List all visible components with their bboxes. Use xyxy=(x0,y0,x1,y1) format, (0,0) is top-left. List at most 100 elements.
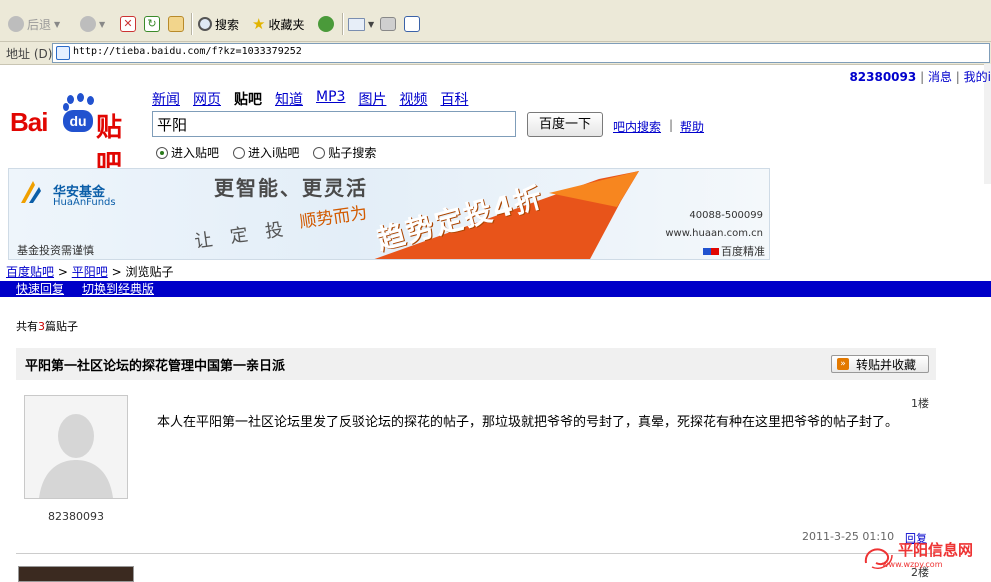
username-link[interactable]: 82380093 xyxy=(849,70,916,84)
edit-page-icon xyxy=(404,16,420,32)
address-bar: 地址 (D) http://tieba.baidu.com/f?kz=10333… xyxy=(0,42,991,65)
star-icon: ★ xyxy=(252,15,266,33)
thread-header: 平阳第一社区论坛的探花管理中国第一亲日派 » 转贴并收藏 xyxy=(16,348,936,380)
baidu-flag-icon xyxy=(703,247,719,255)
back-arrow-icon xyxy=(8,16,24,32)
tab-news[interactable]: 新闻 xyxy=(152,89,180,109)
breadcrumb-sep: > xyxy=(57,265,68,279)
tab-mp3[interactable]: MP3 xyxy=(316,89,345,109)
my-i-link[interactable]: 我的i xyxy=(964,70,991,84)
mail-button[interactable]: ▼ xyxy=(348,14,374,34)
help-separator: | xyxy=(669,118,674,132)
chevron-down-icon: ▼ xyxy=(54,19,61,29)
default-avatar-icon xyxy=(25,396,127,498)
print-button[interactable] xyxy=(380,14,396,34)
search-icon xyxy=(198,17,212,31)
post-body: 本人在平阳第一社区论坛里发了反驳论坛的探花的帖子，那垃圾就把爷爷的号封了，真晕，… xyxy=(157,415,899,430)
messages-link[interactable]: 消息 xyxy=(928,70,952,84)
action-bar: 快速回复 切换到经典版 xyxy=(0,281,991,297)
logo-du: du xyxy=(63,110,93,132)
tab-images[interactable]: 图片 xyxy=(358,89,386,109)
avatar[interactable] xyxy=(24,395,128,499)
forward-button[interactable]: ▼ xyxy=(80,14,105,34)
floor-number: 1楼 xyxy=(911,397,929,410)
radio-dot xyxy=(233,146,246,159)
breadcrumb-current: 浏览贴子 xyxy=(125,265,174,279)
radio-dot xyxy=(313,146,326,159)
browser-menubar xyxy=(0,0,991,8)
repost-favorite-button[interactable]: » 转贴并收藏 xyxy=(831,355,929,373)
breadcrumb-pingyang[interactable]: 平阳吧 xyxy=(72,265,108,279)
search-mode-radios: 进入贴吧 进入i贴吧 贴子搜索 xyxy=(156,144,376,161)
userbar-sep: | xyxy=(955,70,960,84)
watermark-cn: 平阳信息网 xyxy=(898,541,974,559)
search-label: 搜索 xyxy=(215,17,240,32)
watermark-url: www.wzpy.com xyxy=(882,560,943,569)
stop-button[interactable]: ✕ xyxy=(120,14,136,34)
favorites-button[interactable]: ★ 收藏夹 xyxy=(252,14,304,34)
logo-bai: Bai xyxy=(10,107,48,137)
quick-reply-link[interactable]: 快速回复 xyxy=(16,281,64,297)
history-button[interactable] xyxy=(318,14,334,34)
breadcrumb: 百度贴吧 > 平阳吧 > 浏览贴子 xyxy=(6,263,173,280)
ad-url: www.huaan.com.cn xyxy=(665,228,763,239)
home-button[interactable] xyxy=(168,14,184,34)
user-bar: 82380093 | 消息 | 我的i xyxy=(849,68,991,85)
post-count-prefix: 共有 xyxy=(16,320,38,333)
tab-video[interactable]: 视频 xyxy=(399,89,427,109)
back-label: 后退 xyxy=(27,17,52,32)
page-favicon-icon xyxy=(56,46,70,60)
classic-mode-link[interactable]: 切换到经典版 xyxy=(82,281,154,297)
product-nav: 新闻 网页 贴吧 知道 MP3 图片 视频 百科 xyxy=(152,89,468,109)
ad-phone: 40088-500099 xyxy=(689,210,763,221)
baidu-tieba-logo[interactable]: Bai du 贴吧 xyxy=(10,93,146,180)
browser-toolbar: 后退 ▼ ▼ ✕ ↻ 搜索 ★ 收藏夹 ▼ xyxy=(0,8,991,42)
search-button[interactable]: 搜索 xyxy=(198,14,239,34)
history-icon xyxy=(318,16,334,32)
back-button[interactable]: 后退 ▼ xyxy=(8,14,60,34)
address-url: http://tieba.baidu.com/f?kz=1033379252 xyxy=(73,46,302,57)
radio-post-search[interactable]: 贴子搜索 xyxy=(313,144,376,161)
ad-headline: 更智能、更灵活 xyxy=(214,176,368,200)
edit-button[interactable] xyxy=(404,14,420,34)
favorites-label: 收藏夹 xyxy=(268,17,305,32)
stop-icon: ✕ xyxy=(120,16,136,32)
tab-zhidao[interactable]: 知道 xyxy=(275,89,303,109)
post-author[interactable]: 82380093 xyxy=(24,510,128,523)
ad-banner[interactable]: 华安基金 HuaAnFunds 更智能、更灵活 让 定 投 顺势而为 趋势定投4… xyxy=(8,168,770,260)
userbar-sep: | xyxy=(920,70,925,84)
address-input[interactable]: http://tieba.baidu.com/f?kz=1033379252 xyxy=(52,43,990,63)
ad-baidu-tag: 百度精准 xyxy=(703,243,765,259)
chevron-down-icon: ▼ xyxy=(99,19,106,29)
ad-subline-left: 让 定 投 xyxy=(193,218,291,253)
huaan-logo-icon xyxy=(21,181,41,203)
post-count: 共有3篇贴子 xyxy=(16,318,78,334)
search-input[interactable]: 平阳 xyxy=(152,111,516,137)
address-label: 地址 (D) xyxy=(6,47,53,61)
breadcrumb-sep: > xyxy=(111,265,122,279)
breadcrumb-tieba[interactable]: 百度贴吧 xyxy=(6,265,54,279)
double-chevron-icon: » xyxy=(837,358,849,370)
post-count-number: 3 xyxy=(38,320,45,333)
tab-web[interactable]: 网页 xyxy=(193,89,221,109)
help-link[interactable]: 帮助 xyxy=(680,118,704,135)
printer-icon xyxy=(380,17,396,31)
search-submit-button[interactable]: 百度一下 xyxy=(527,112,603,137)
refresh-icon: ↻ xyxy=(144,16,160,32)
tab-baike[interactable]: 百科 xyxy=(440,89,468,109)
repost-favorite-label: 转贴并收藏 xyxy=(856,358,917,372)
radio-enter-tieba[interactable]: 进入贴吧 xyxy=(156,144,219,161)
refresh-button[interactable]: ↻ xyxy=(144,14,160,34)
avatar[interactable] xyxy=(18,566,134,582)
radio-label: 进入贴吧 xyxy=(171,146,220,160)
radio-enter-i-tieba[interactable]: 进入i贴吧 xyxy=(233,144,299,161)
mail-icon xyxy=(348,17,365,31)
ad-brand-en: HuaAnFunds xyxy=(53,197,116,208)
inbar-search-link[interactable]: 吧内搜索 xyxy=(613,118,661,135)
tab-tieba[interactable]: 贴吧 xyxy=(234,89,262,109)
chevron-down-icon: ▼ xyxy=(368,19,375,29)
radio-label: 进入i贴吧 xyxy=(248,146,300,160)
home-icon xyxy=(168,16,184,32)
site-watermark: 平阳信息网 www.wzpy.com xyxy=(862,539,990,577)
thread-title: 平阳第一社区论坛的探花管理中国第一亲日派 xyxy=(25,359,286,374)
